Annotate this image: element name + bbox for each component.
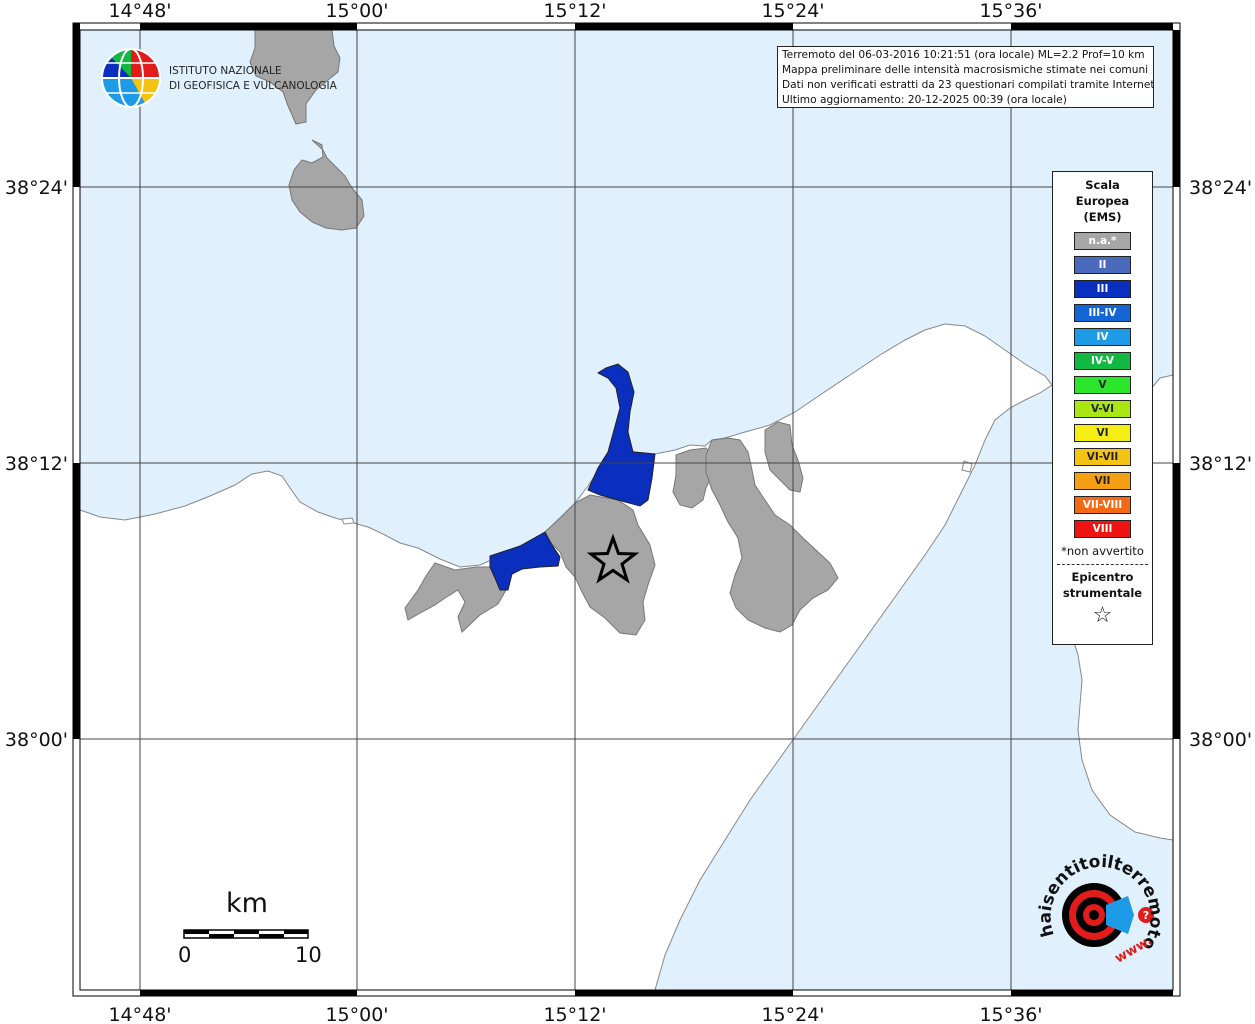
legend-swatch: III xyxy=(1074,280,1131,298)
lat-tick-label: 38°00' xyxy=(1189,729,1252,751)
lat-tick-label: 38°00' xyxy=(5,729,68,751)
info-line-last-update: Ultimo aggiornamento: 20-12-2025 00:39 (… xyxy=(782,94,1067,106)
scale-unit-label: km xyxy=(226,888,268,919)
legend-epicenter-label: Epicentro strumentale xyxy=(1062,570,1143,600)
scale-end-label: 10 xyxy=(295,943,322,967)
legend-swatch: V-VI xyxy=(1074,400,1131,418)
legend-items: n.a.* II III III-IV IV IV-V V V-VI VI VI-VII VII VI… xyxy=(1053,232,1152,538)
legend-swatch: II xyxy=(1074,256,1131,274)
info-line-map-description: Mappa preliminare delle intensità macros… xyxy=(782,64,1149,76)
legend-title: Scala Europea (EMS) xyxy=(1075,178,1130,224)
lat-tick-label: 38°24' xyxy=(5,177,68,199)
lon-tick-label: 15°36' xyxy=(979,0,1042,22)
scale-bar xyxy=(183,929,309,939)
info-line-data-source: Dati non verificati estratti da 23 quest… xyxy=(782,79,1154,91)
legend-swatch: VII-VIII xyxy=(1074,496,1131,514)
info-line-event: Terremoto del 06-03-2016 10:21:51 (ora l… xyxy=(782,49,1145,61)
lon-tick-label: 14°48' xyxy=(108,1004,171,1024)
legend-note: *non avvertito xyxy=(1061,544,1144,558)
lon-tick-label: 15°00' xyxy=(325,1004,388,1024)
lon-tick-label: 14°48' xyxy=(108,0,171,22)
legend-swatch: V xyxy=(1074,376,1131,394)
lat-tick-label: 38°12' xyxy=(5,453,68,475)
institute-name-line2: DI GEOFISICA E VULCANOLOGIA xyxy=(169,80,338,92)
earthquake-info-box: Terremoto del 06-03-2016 10:21:51 (ora l… xyxy=(777,46,1154,108)
scale-start-label: 0 xyxy=(178,943,192,967)
legend-swatch: III-IV xyxy=(1074,304,1131,322)
legend-swatch: n.a.* xyxy=(1074,232,1131,250)
lat-tick-label: 38°12' xyxy=(1189,453,1252,475)
legend-divider xyxy=(1057,564,1148,565)
ingv-globe-icon xyxy=(101,48,161,108)
lon-tick-label: 15°12' xyxy=(543,1004,606,1024)
legend-swatch: VI xyxy=(1074,424,1131,442)
lon-tick-label: 15°12' xyxy=(543,0,606,22)
lat-tick-label: 38°24' xyxy=(1189,177,1252,199)
legend-swatch: VI-VII xyxy=(1074,448,1131,466)
legend-star-icon: ☆ xyxy=(1092,603,1113,628)
ems-legend: Scala Europea (EMS) n.a.* II III III-IV IV IV… xyxy=(1052,171,1153,645)
legend-swatch: VIII xyxy=(1074,520,1131,538)
lon-tick-label: 15°24' xyxy=(761,1004,824,1024)
institute-name-line1: ISTITUTO NAZIONALE xyxy=(169,65,282,77)
lon-tick-label: 15°00' xyxy=(325,0,388,22)
legend-swatch: IV-V xyxy=(1074,352,1131,370)
legend-swatch: IV xyxy=(1074,328,1131,346)
legend-swatch: VII xyxy=(1074,472,1131,490)
lon-tick-label: 15°24' xyxy=(761,0,824,22)
lon-tick-label: 15°36' xyxy=(979,1004,1042,1024)
